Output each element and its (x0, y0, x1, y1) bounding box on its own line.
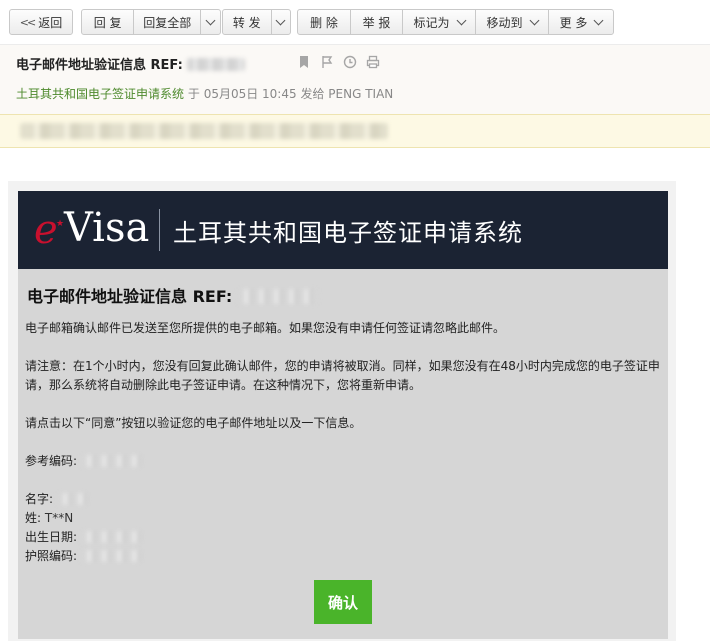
confirm-button[interactable]: 确认 (314, 580, 372, 624)
reply-all-button[interactable]: 回复全部 (134, 10, 202, 34)
forward-button[interactable]: 转 发 (223, 10, 272, 34)
back-button[interactable]: << 返回 (9, 9, 73, 35)
mark-as-button[interactable]: 标记为 (403, 10, 476, 34)
double-chevron-left-icon: << (19, 15, 37, 29)
mail-subject: 电子邮件地址验证信息 REF: (16, 54, 246, 73)
more-label: 更 多 (559, 15, 588, 30)
reply-button[interactable]: 回 复 (82, 10, 135, 34)
dob-label: 出生日期: (25, 530, 78, 544)
mail-header: 电子邮件地址验证信息 REF: 土耳其共和国电子签证申请系统 于 05月05日 … (0, 44, 710, 115)
logo-divider (159, 209, 160, 251)
move-to-label: 移动到 (486, 15, 523, 30)
more-button[interactable]: 更 多 (549, 10, 613, 34)
redacted-reference (80, 455, 141, 467)
evisa-logo-e: e (34, 207, 58, 253)
email-title: 电子邮件地址验证信息 REF: (27, 283, 318, 307)
forward-dropdown-button[interactable] (272, 10, 290, 34)
sender-name[interactable]: 土耳其共和国电子签证申请系统 (16, 87, 184, 101)
bookmark-icon[interactable] (297, 55, 311, 69)
sent-to-label: 发给 (300, 87, 325, 101)
banner-title: 土耳其共和国电子签证申请系统 (173, 219, 523, 247)
sent-datetime: 05月05日 10:45 (203, 87, 297, 101)
print-icon[interactable] (366, 55, 380, 69)
evisa-logo-visa: Visa (64, 205, 150, 251)
redacted-ref (187, 58, 246, 71)
evisa-banner: e ★ Visa 土耳其共和国电子签证申请系统 (18, 191, 668, 269)
forward-group: 转 发 (222, 9, 291, 35)
redacted-passport (80, 550, 141, 562)
email-title-text: 电子邮件地址验证信息 REF: (27, 287, 233, 306)
paragraph-instruction: 请点击以下“同意”按钮以验证您的电子邮件地址以及一下信息。 (25, 416, 362, 430)
notice-bar (0, 114, 710, 148)
dob-row: 出生日期: (25, 528, 665, 547)
redacted-ref (237, 289, 318, 304)
redacted-notice-text (20, 123, 388, 139)
clock-icon[interactable] (343, 55, 357, 69)
paragraph-sent: 电子邮箱确认邮件已发送至您所提供的电子邮箱。如果您没有申请任何签证请忽略此邮件。 (25, 321, 506, 335)
star-icon: ★ (56, 219, 65, 229)
redacted-dob (80, 531, 141, 543)
flag-icon[interactable] (320, 55, 334, 69)
reply-dropdown-button[interactable] (201, 10, 220, 34)
reference-label: 参考编码: (25, 454, 78, 468)
mark-as-label: 标记为 (413, 15, 450, 30)
passport-row: 护照编码: (25, 547, 665, 566)
action-group: 删 除 举 报 标记为 移动到 更 多 (297, 9, 614, 35)
surname-row: 姓: T**N (25, 509, 665, 528)
back-label: 返回 (38, 15, 63, 30)
chevron-down-icon (593, 15, 604, 25)
paragraph-notice: 请注意：在1个小时内，您没有回复此确认邮件，您的申请将被取消。同样，如果您没有在… (25, 359, 660, 392)
surname-value: T**N (44, 511, 74, 525)
reference-row: 参考编码: (25, 452, 665, 471)
reply-group: 回 复 回复全部 (81, 9, 221, 35)
given-name-row: 名字: (25, 490, 665, 509)
subject-text: 电子邮件地址验证信息 REF: (16, 58, 183, 73)
delete-button[interactable]: 删 除 (298, 10, 351, 34)
move-to-button[interactable]: 移动到 (476, 10, 549, 34)
at-label: 于 (187, 87, 200, 101)
mail-meta: 土耳其共和国电子签证申请系统 于 05月05日 10:45 发给 PENG TI… (16, 85, 393, 102)
surname-label: 姓: (25, 511, 42, 525)
chevron-down-icon (275, 15, 286, 25)
redacted-given-name (56, 493, 87, 505)
given-name-label: 名字: (25, 492, 54, 506)
chevron-down-icon (456, 15, 466, 25)
email-content: 电子邮件地址验证信息 REF: 电子邮箱确认邮件已发送至您所提供的电子邮箱。如果… (18, 269, 668, 639)
mail-toolbar: << 返回 回 复 回复全部 转 发 删 除 举 报 标记为 移动到 更 多 (0, 0, 710, 44)
chevron-down-icon (205, 15, 216, 25)
report-button[interactable]: 举 报 (351, 10, 403, 34)
chevron-down-icon (529, 15, 539, 25)
recipient-name[interactable]: PENG TIAN (328, 87, 393, 101)
header-icons (297, 55, 380, 69)
passport-label: 护照编码: (25, 549, 78, 563)
